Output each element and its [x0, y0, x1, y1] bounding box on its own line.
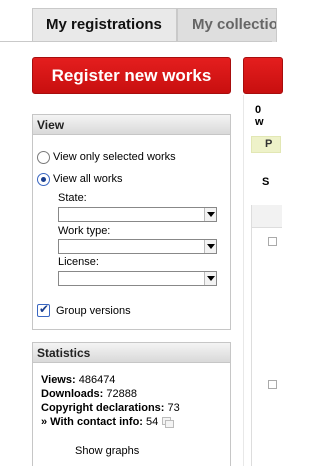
row-checkbox[interactable]: [268, 237, 277, 246]
statistics-list: Views: 486474 Downloads: 72888 Copyright…: [41, 373, 180, 429]
tabs-divider: [0, 41, 272, 42]
work-type-label: Work type:: [58, 225, 111, 237]
license-select[interactable]: [58, 271, 217, 286]
secondary-red-button[interactable]: [243, 57, 283, 94]
license-label: License:: [58, 256, 99, 268]
state-label: State:: [58, 192, 87, 204]
group-versions-option[interactable]: Group versions: [37, 302, 131, 317]
copy-icon[interactable]: [162, 417, 175, 429]
content-divider: [243, 95, 244, 466]
table-header: [252, 205, 282, 228]
chevron-down-icon: [204, 208, 216, 221]
works-count-fragment: 0 w: [255, 104, 264, 128]
tab-bar: My registrations My collections: [0, 0, 277, 48]
row-checkbox[interactable]: [268, 380, 277, 389]
view-selected-option[interactable]: View only selected works: [37, 149, 176, 165]
results-table-fragment: [251, 205, 282, 466]
view-all-label: View all works: [53, 173, 123, 185]
view-panel: View View only selected works View all w…: [32, 114, 231, 330]
state-select[interactable]: [58, 207, 217, 222]
filter-pill-fragment[interactable]: P: [251, 136, 281, 153]
view-panel-title: View: [33, 115, 230, 135]
show-graphs-link[interactable]: Show graphs: [75, 445, 139, 457]
contact-stat: » With contact info: 54: [41, 415, 180, 429]
view-all-option[interactable]: View all works: [37, 171, 123, 187]
register-new-works-button[interactable]: Register new works: [32, 57, 231, 94]
statistics-panel: Statistics Views: 486474 Downloads: 7288…: [32, 342, 231, 466]
chevron-down-icon: [204, 240, 216, 253]
chevron-down-icon: [204, 272, 216, 285]
work-type-select[interactable]: [58, 239, 217, 254]
downloads-stat: Downloads: 72888: [41, 388, 137, 400]
statistics-panel-title: Statistics: [33, 343, 230, 363]
view-selected-radio[interactable]: [37, 150, 50, 164]
view-selected-label: View only selected works: [53, 151, 176, 163]
sort-label-fragment: S: [262, 176, 270, 188]
copyright-stat: Copyright declarations: 73: [41, 402, 180, 414]
group-versions-checkbox[interactable]: [37, 302, 50, 317]
tab-my-registrations[interactable]: My registrations: [32, 8, 177, 42]
view-all-radio[interactable]: [37, 172, 50, 186]
tab-my-collections[interactable]: My collections: [177, 8, 277, 42]
views-stat: Views: 486474: [41, 374, 116, 386]
group-versions-label: Group versions: [56, 304, 131, 317]
